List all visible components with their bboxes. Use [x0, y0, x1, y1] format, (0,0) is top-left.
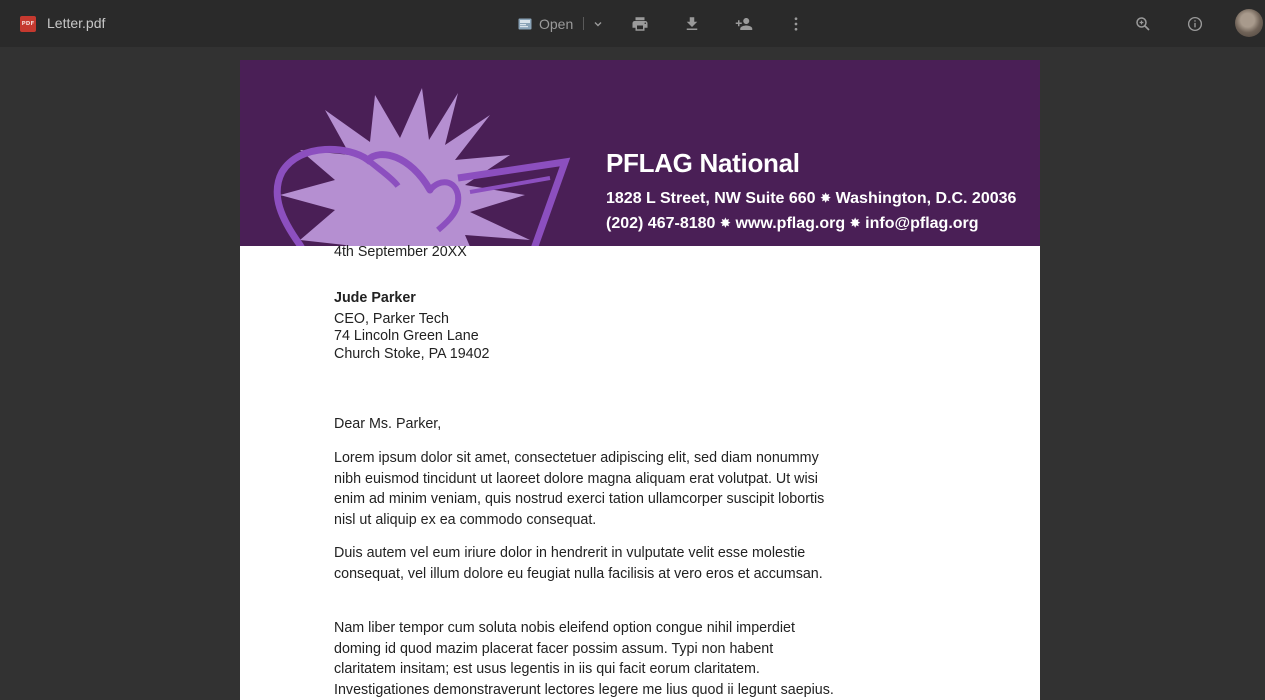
separator-star: ✸: [820, 191, 831, 205]
pflag-logo-icon: [273, 88, 571, 246]
organization-address: 1828 L Street, NW Suite 660 ✸ Washington, …: [606, 190, 1016, 208]
contact-email: info@pflag.org: [865, 215, 979, 232]
organization-name: PFLAG National: [606, 148, 800, 178]
address-street: 1828 L Street, NW Suite 660: [606, 190, 816, 207]
recipient-street: 74 Lincoln Green Lane: [334, 328, 479, 344]
print-icon: [632, 17, 648, 31]
recipient-city: Church Stoke, PA 19402: [334, 345, 490, 362]
recipient-block: Jude Parker CEO, Parker Tech 74 Lincoln …: [334, 290, 490, 363]
file-name: Letter.pdf: [47, 15, 106, 31]
letter-paragraph-1: Lorem ipsum dolor sit amet, consectetuer…: [334, 450, 825, 528]
more-options-button[interactable]: [784, 12, 808, 36]
viewer-toolbar: PDF Letter.pdf Open: [0, 0, 1265, 47]
contact-website: www.pflag.org: [735, 215, 846, 232]
zoom-in-icon: [1136, 17, 1150, 31]
print-button[interactable]: [628, 12, 652, 36]
letterhead-banner: PFLAG National 1828 L Street, NW Suite 6…: [240, 60, 1040, 246]
open-with-button[interactable]: Open: [518, 16, 573, 32]
info-button[interactable]: [1183, 12, 1207, 36]
letter-salutation: Dear Ms. Parker,: [334, 416, 442, 432]
more-vert-icon: [794, 17, 798, 31]
letter-paragraph-2: Duis autem vel eum iriure dolor in hendr…: [334, 545, 823, 582]
recipient-name: Jude Parker: [334, 290, 416, 306]
pdf-file-icon: PDF: [20, 16, 36, 32]
pdf-page: PFLAG National 1828 L Street, NW Suite 6…: [240, 60, 1040, 700]
letter-paragraph-3: Nam liber tempor cum soluta nobis eleife…: [334, 620, 834, 698]
zoom-button[interactable]: [1131, 12, 1155, 36]
letter-date: 4th September 20XX: [334, 244, 467, 260]
add-person-icon: [735, 18, 753, 30]
address-city: Washington, D.C. 20036: [835, 190, 1017, 207]
open-with-label: Open: [539, 15, 574, 32]
separator-star: ✸: [720, 216, 731, 230]
open-separator: [583, 17, 585, 30]
share-button[interactable]: [732, 12, 756, 36]
account-avatar[interactable]: [1235, 9, 1263, 37]
download-icon: [686, 17, 698, 30]
open-app-icon: [518, 18, 532, 29]
contact-phone: (202) 467-8180: [606, 215, 716, 232]
chevron-down-icon[interactable]: [593, 19, 603, 29]
toolbar-center-group: Open: [518, 0, 603, 47]
download-button[interactable]: [680, 12, 704, 36]
info-icon: [1187, 16, 1203, 32]
organization-contact: (202) 467-8180 ✸ www.pflag.org ✸ info@pflag.…: [606, 215, 979, 233]
separator-star: ✸: [850, 216, 861, 230]
recipient-title: CEO, Parker Tech: [334, 310, 449, 327]
